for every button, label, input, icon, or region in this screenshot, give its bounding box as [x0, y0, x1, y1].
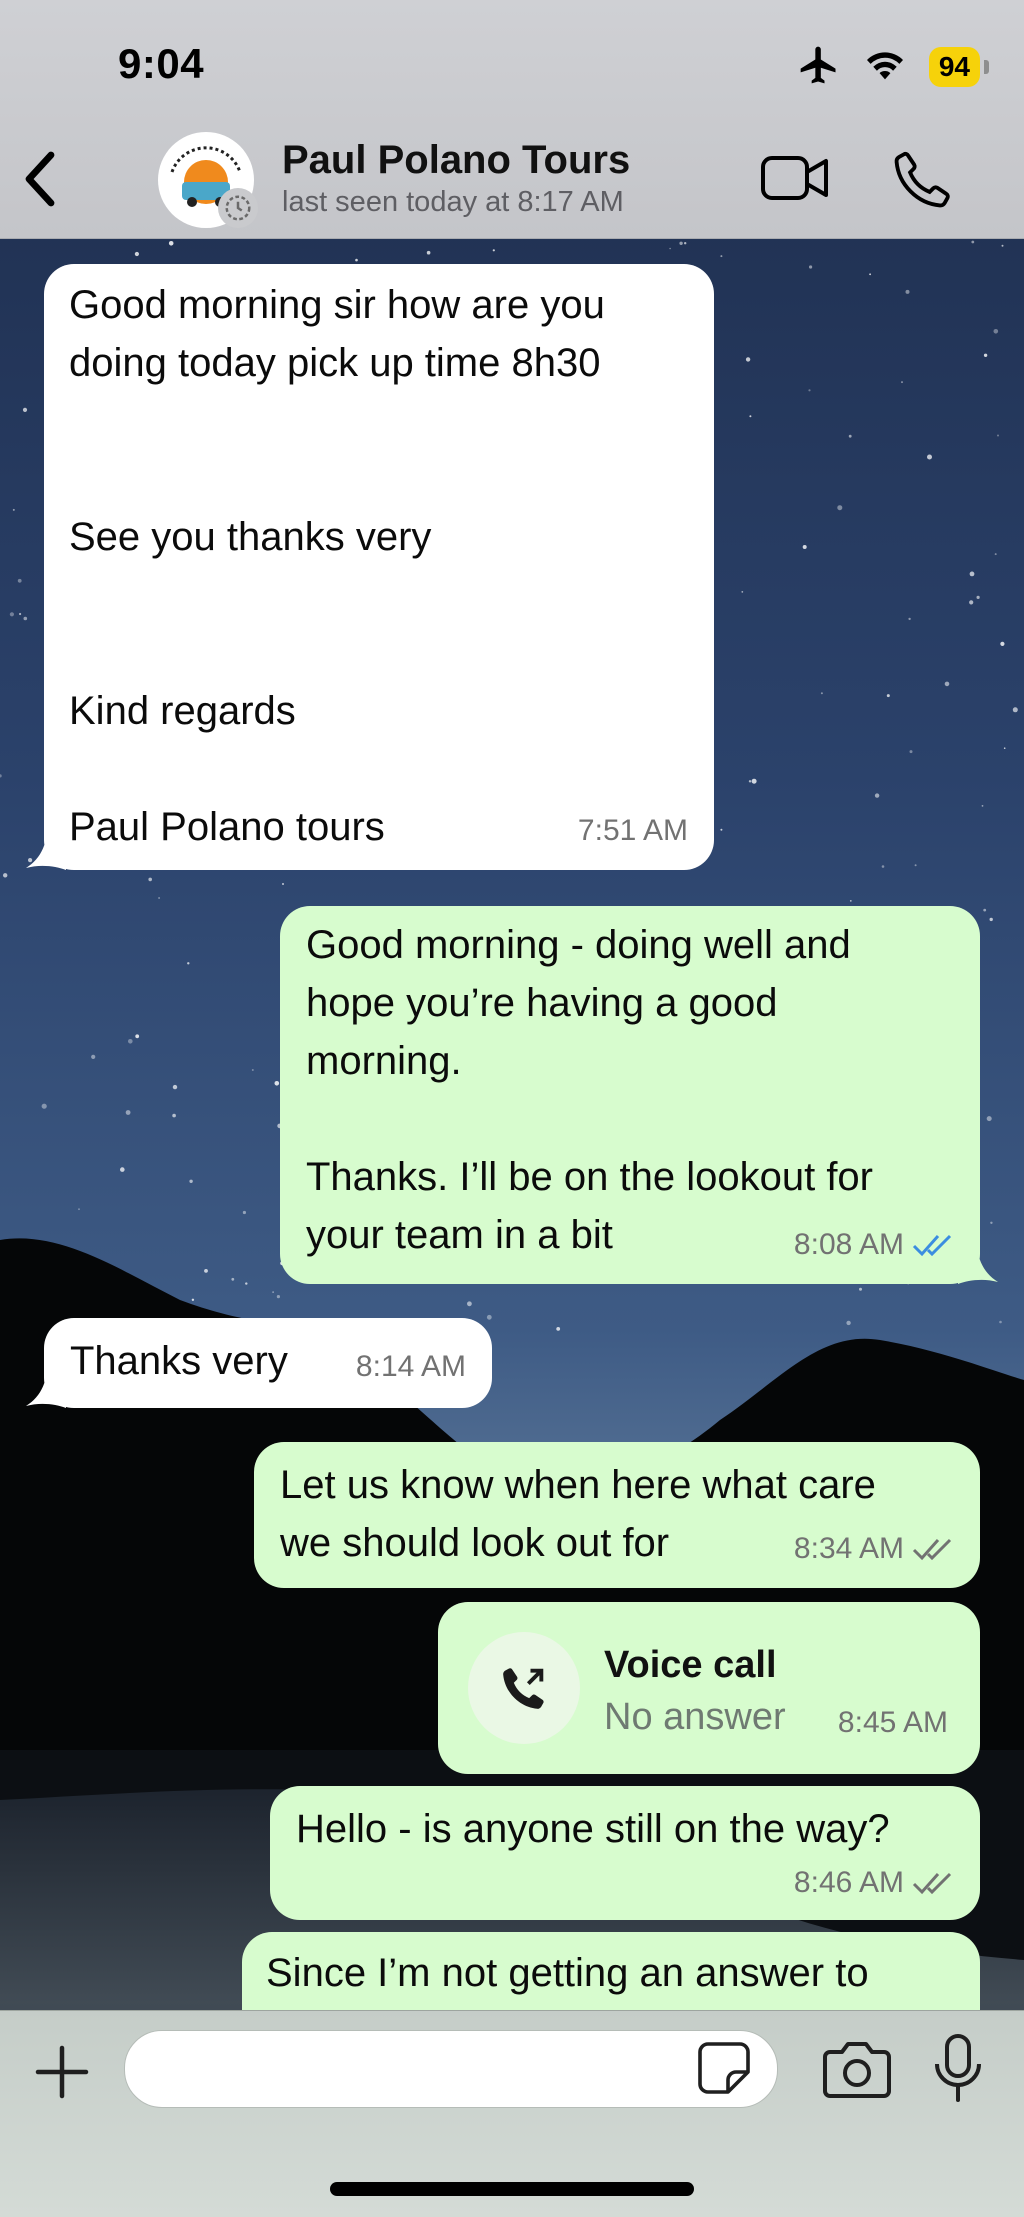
- microphone-icon: [935, 2034, 981, 2102]
- message-input[interactable]: [149, 2041, 713, 2099]
- airplane-mode-icon: [797, 43, 841, 92]
- video-call-button[interactable]: [760, 148, 830, 208]
- message-meta: 8:46 AM: [794, 1854, 954, 1912]
- message-outgoing[interactable]: Good morning - doing well and hope you’r…: [280, 906, 980, 1284]
- message-text: Good morning - doing well and hope you’r…: [306, 923, 873, 1257]
- status-icons: 94: [797, 43, 990, 92]
- plus-icon: [35, 2045, 89, 2099]
- message-outgoing[interactable]: Hello - is anyone still on the way? 8:46…: [270, 1786, 980, 1920]
- battery-indicator: 94: [928, 47, 990, 87]
- top-bar: 9:04 94 Paul Polano Tours last seen toda…: [0, 0, 1024, 239]
- message-text: Let us know when here what care we shoul…: [280, 1463, 876, 1565]
- message-meta: 8:08 AM: [794, 1216, 954, 1274]
- message-text: Good morning sir how are you doing today…: [69, 283, 605, 849]
- voice-call-button[interactable]: [890, 146, 956, 212]
- call-title: Voice call: [604, 1644, 777, 1686]
- microphone-button[interactable]: [930, 2032, 986, 2106]
- message-time: 8:14 AM: [355, 1350, 466, 1383]
- read-receipt-icon: [912, 1234, 952, 1257]
- message-text: Since I’m not getting an answer to: [266, 1951, 869, 1995]
- message-input-box[interactable]: [124, 2030, 778, 2108]
- wifi-icon: [863, 47, 907, 88]
- delivered-receipt-icon: [912, 1872, 952, 1895]
- sticker-button[interactable]: [696, 2040, 752, 2096]
- disappearing-timer-icon: [218, 188, 258, 228]
- message-text: Hello - is anyone still on the way?: [296, 1807, 890, 1851]
- status-time: 9:04: [118, 40, 205, 87]
- video-camera-icon: [761, 156, 828, 200]
- message-incoming[interactable]: Thanks very 8:14 AM: [44, 1318, 492, 1408]
- back-button[interactable]: [16, 146, 66, 212]
- message-text: Thanks very: [70, 1339, 288, 1383]
- camera-button[interactable]: [822, 2038, 892, 2100]
- attach-button[interactable]: [30, 2040, 94, 2104]
- camera-icon: [823, 2042, 891, 2098]
- outgoing-call-icon: [503, 1668, 544, 1709]
- message-time: 8:08 AM: [793, 1228, 904, 1261]
- last-seen-status: last seen today at 8:17 AM: [282, 186, 624, 218]
- delivered-receipt-icon: [912, 1538, 952, 1561]
- message-incoming[interactable]: Good morning sir how are you doing today…: [44, 264, 714, 870]
- chevron-left-icon: [25, 151, 55, 207]
- home-indicator: [330, 2182, 694, 2196]
- call-status: No answer: [604, 1696, 786, 1738]
- message-time: 8:45 AM: [837, 1706, 948, 1739]
- call-icon-circle: [468, 1632, 580, 1744]
- message-time: 8:34 AM: [793, 1532, 904, 1565]
- message-meta: 8:34 AM: [794, 1520, 954, 1578]
- contact-name[interactable]: Paul Polano Tours: [282, 138, 630, 183]
- voice-call-message[interactable]: Voice call No answer 8:45 AM: [438, 1602, 980, 1774]
- message-time: 8:46 AM: [793, 1866, 904, 1899]
- message-time: 7:51 AM: [577, 814, 688, 847]
- message-outgoing[interactable]: Let us know when here what care we shoul…: [254, 1442, 980, 1588]
- phone-icon: [894, 151, 950, 208]
- sticker-icon: [698, 2042, 750, 2094]
